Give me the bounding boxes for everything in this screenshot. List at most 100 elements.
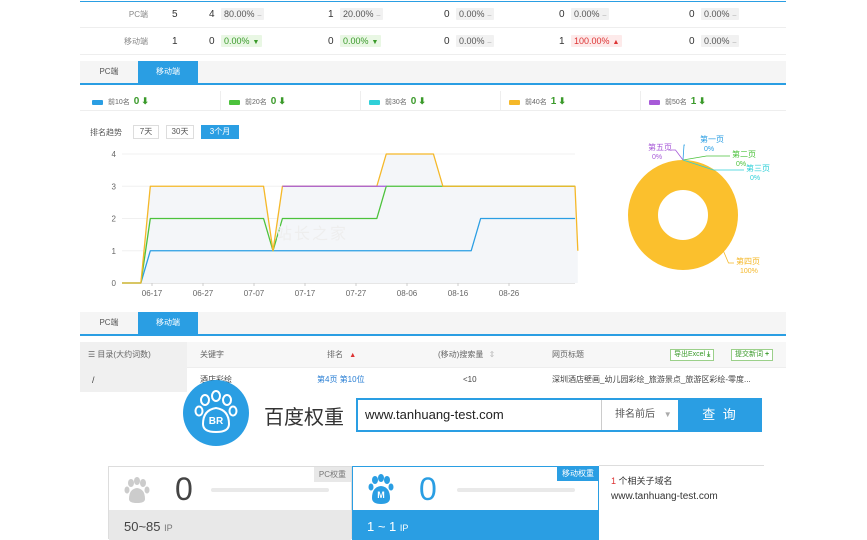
legend-label: 前50名 — [665, 99, 687, 106]
mobile-ip-range: 1 ~ 1 — [367, 519, 397, 534]
submit-keyword-label: 提交新词 — [735, 351, 763, 358]
sort-icon[interactable]: ⇕ — [489, 350, 496, 359]
donut-pct: 0% — [704, 146, 714, 153]
arrow-down-icon: ⬇ — [558, 96, 566, 106]
bucket-count: 0 — [689, 9, 695, 20]
legend-label: 前20名 — [245, 99, 267, 106]
tab-pc[interactable]: PC端 — [80, 61, 138, 83]
page-distribution-donut: 第一页0%第二页0% 第三页0%第四页100%第五页0% — [628, 134, 770, 275]
keyword-table: ☰ 目录(大约词数) / 关键字 排名 ▲ (移动)搜索量 ⇕ 网页标题 导出E… — [80, 342, 786, 392]
percent-value: 0.00% — [459, 9, 485, 19]
rank-select-value: 排名前后 — [615, 409, 655, 420]
dash-icon: – — [487, 12, 492, 19]
bucket-count: 1 — [328, 9, 334, 20]
legend-label: 前10名 — [108, 99, 130, 106]
percent-chip: 80.00% – — [221, 8, 265, 20]
directory-value[interactable]: / — [92, 368, 95, 392]
arrow-down-icon: ⬇ — [418, 96, 426, 106]
percent-chip: 0.00% – — [456, 8, 495, 20]
paw-icon — [194, 390, 238, 434]
donut-leader-line — [722, 249, 734, 264]
percent-chip: 0.00% – — [571, 8, 610, 20]
br-logo: BR — [183, 380, 249, 446]
x-tick-label: 08-06 — [397, 289, 418, 298]
tab-mobile[interactable]: 移动端 — [138, 61, 198, 83]
legend-item[interactable]: 前50名 1 ⬇ — [640, 91, 770, 111]
range-button[interactable]: 7天 — [133, 125, 159, 139]
rank-select[interactable]: 排名前后 ▼ — [601, 400, 678, 430]
legend-item[interactable]: 前20名 0 ⬇ — [220, 91, 350, 111]
br-title: 百度权重 — [264, 407, 344, 429]
x-tick-label: 07-17 — [295, 289, 316, 298]
x-tick-label: 06-27 — [193, 289, 214, 298]
percent-value: 0.00% — [574, 9, 600, 19]
donut-pct: 0% — [750, 175, 760, 182]
arrow-down-icon: ▼ — [371, 39, 379, 46]
donut-label: 第一页 — [700, 134, 724, 144]
row-rank-link[interactable]: 第4页 第10位 — [317, 368, 365, 392]
x-tick-label: 07-07 — [244, 289, 265, 298]
stats-row: PC端 5 4 80.00% –1 20.00% –0 0.00% –0 0.00% –0 0.00%… — [80, 2, 786, 28]
range-button[interactable]: 3个月 — [201, 125, 239, 139]
legend-item[interactable]: 前10名 0 ⬇ — [92, 91, 222, 111]
mobile-weight-value: 0 — [419, 471, 437, 507]
tab-bar-2: PC端 移动端 — [80, 312, 786, 336]
donut-slice[interactable] — [628, 160, 738, 270]
x-tick-label: 07-27 — [346, 289, 367, 298]
range-button[interactable]: 30天 — [166, 125, 194, 139]
legend-label: 前40名 — [525, 99, 547, 106]
url-input[interactable]: www.tanhuang-test.com — [365, 407, 504, 422]
col-keyword: 关键字 — [200, 350, 224, 359]
placeholder-bar — [211, 488, 329, 492]
donut-pct: 100% — [740, 268, 758, 275]
total-count: 1 — [172, 36, 178, 47]
y-tick-label: 2 — [112, 215, 117, 224]
percent-value: 0.00% — [704, 36, 730, 46]
bucket-count: 0 — [444, 9, 450, 20]
tab-pc-2[interactable]: PC端 — [80, 312, 138, 334]
mobile-paw-icon: M — [366, 473, 396, 507]
arrow-down-icon: ⬇ — [698, 96, 706, 106]
col-rank-label: 排名 — [327, 350, 343, 359]
bucket-count: 0 — [209, 36, 215, 47]
legend-item[interactable]: 前40名 1 ⬇ — [500, 91, 630, 111]
pc-weight-tag: PC权重 — [313, 467, 351, 482]
col-rank[interactable]: 排名 ▲ — [327, 342, 356, 368]
row-volume: <10 — [463, 375, 477, 384]
tab-mobile-2[interactable]: 移动端 — [138, 312, 198, 334]
x-tick-label: 06-17 — [142, 289, 163, 298]
percent-chip: 20.00% – — [340, 8, 384, 20]
x-tick-label: 08-26 — [499, 289, 520, 298]
donut-label: 第四页 — [736, 256, 760, 266]
sort-up-icon[interactable]: ▲ — [349, 352, 356, 359]
col-title: 网页标题 — [552, 350, 584, 359]
related-domain-link[interactable]: www.tanhuang-test.com — [611, 491, 718, 502]
export-excel-button[interactable]: 导出Excel ⤓ — [670, 349, 715, 361]
search-button[interactable]: 查 询 — [678, 398, 762, 432]
pc-ip-range: 50~85 — [124, 519, 161, 534]
donut-pct: 0% — [652, 154, 662, 161]
total-count: 5 — [172, 9, 178, 20]
chart-watermark: 站长之家 — [276, 226, 349, 243]
directory-header: ☰ 目录(大约词数) — [88, 342, 151, 368]
bucket-count: 0 — [689, 36, 695, 47]
caret-down-icon: ▼ — [663, 410, 672, 419]
related-text: 个相关子域名 — [618, 476, 673, 486]
mobile-ip-value: 1 ~ 1 IP — [367, 519, 408, 534]
legend-label: 前30名 — [385, 99, 407, 106]
placeholder-bar — [457, 488, 575, 492]
submit-keyword-button[interactable]: 提交新词 + — [731, 349, 774, 361]
y-tick-label: 0 — [112, 279, 117, 288]
percent-value: 0.00% — [343, 36, 369, 46]
arrow-down-icon: ▼ — [252, 39, 260, 46]
col-volume[interactable]: (移动)搜索量 ⇕ — [438, 342, 495, 368]
mobile-weight-tag: 移动权重 — [557, 466, 599, 481]
legend-item[interactable]: 前30名 0 ⬇ — [360, 91, 490, 111]
percent-value: 0.00% — [224, 36, 250, 46]
legend-swatch — [509, 99, 520, 105]
related-subdomains: 1 个相关子域名 — [611, 474, 673, 487]
related-panel-border — [599, 465, 764, 466]
legend-count: 1 — [550, 96, 557, 107]
percent-chip: 0.00% – — [701, 8, 740, 20]
legend-swatch — [92, 99, 103, 105]
